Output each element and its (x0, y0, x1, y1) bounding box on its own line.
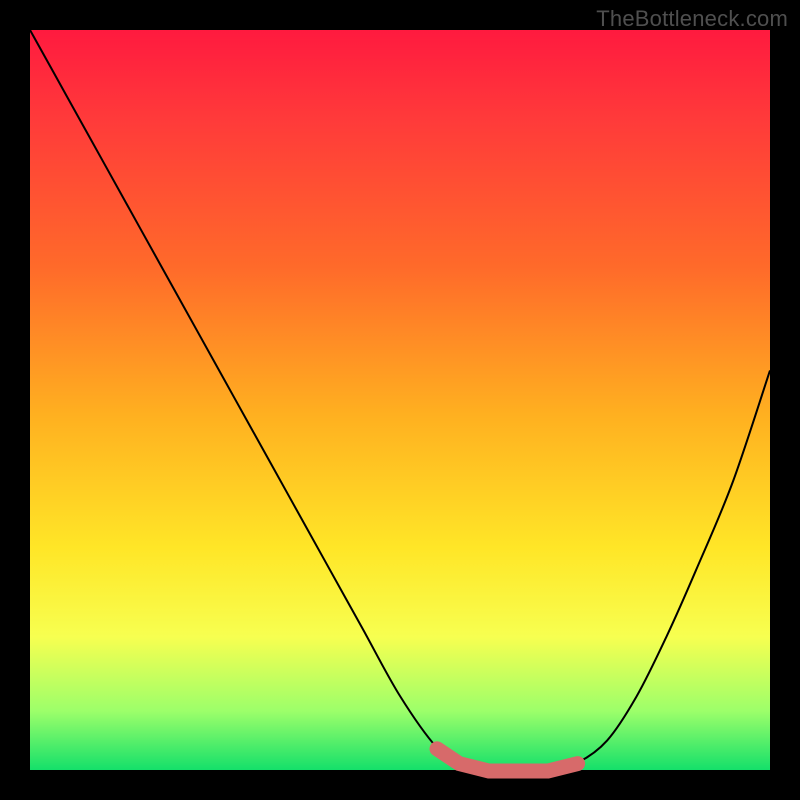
plot-area (30, 30, 770, 770)
watermark-text: TheBottleneck.com (596, 6, 788, 32)
chart-frame: TheBottleneck.com (0, 0, 800, 800)
flat-region-highlight (437, 749, 578, 771)
bottleneck-curve (30, 30, 770, 771)
chart-svg (30, 30, 770, 770)
